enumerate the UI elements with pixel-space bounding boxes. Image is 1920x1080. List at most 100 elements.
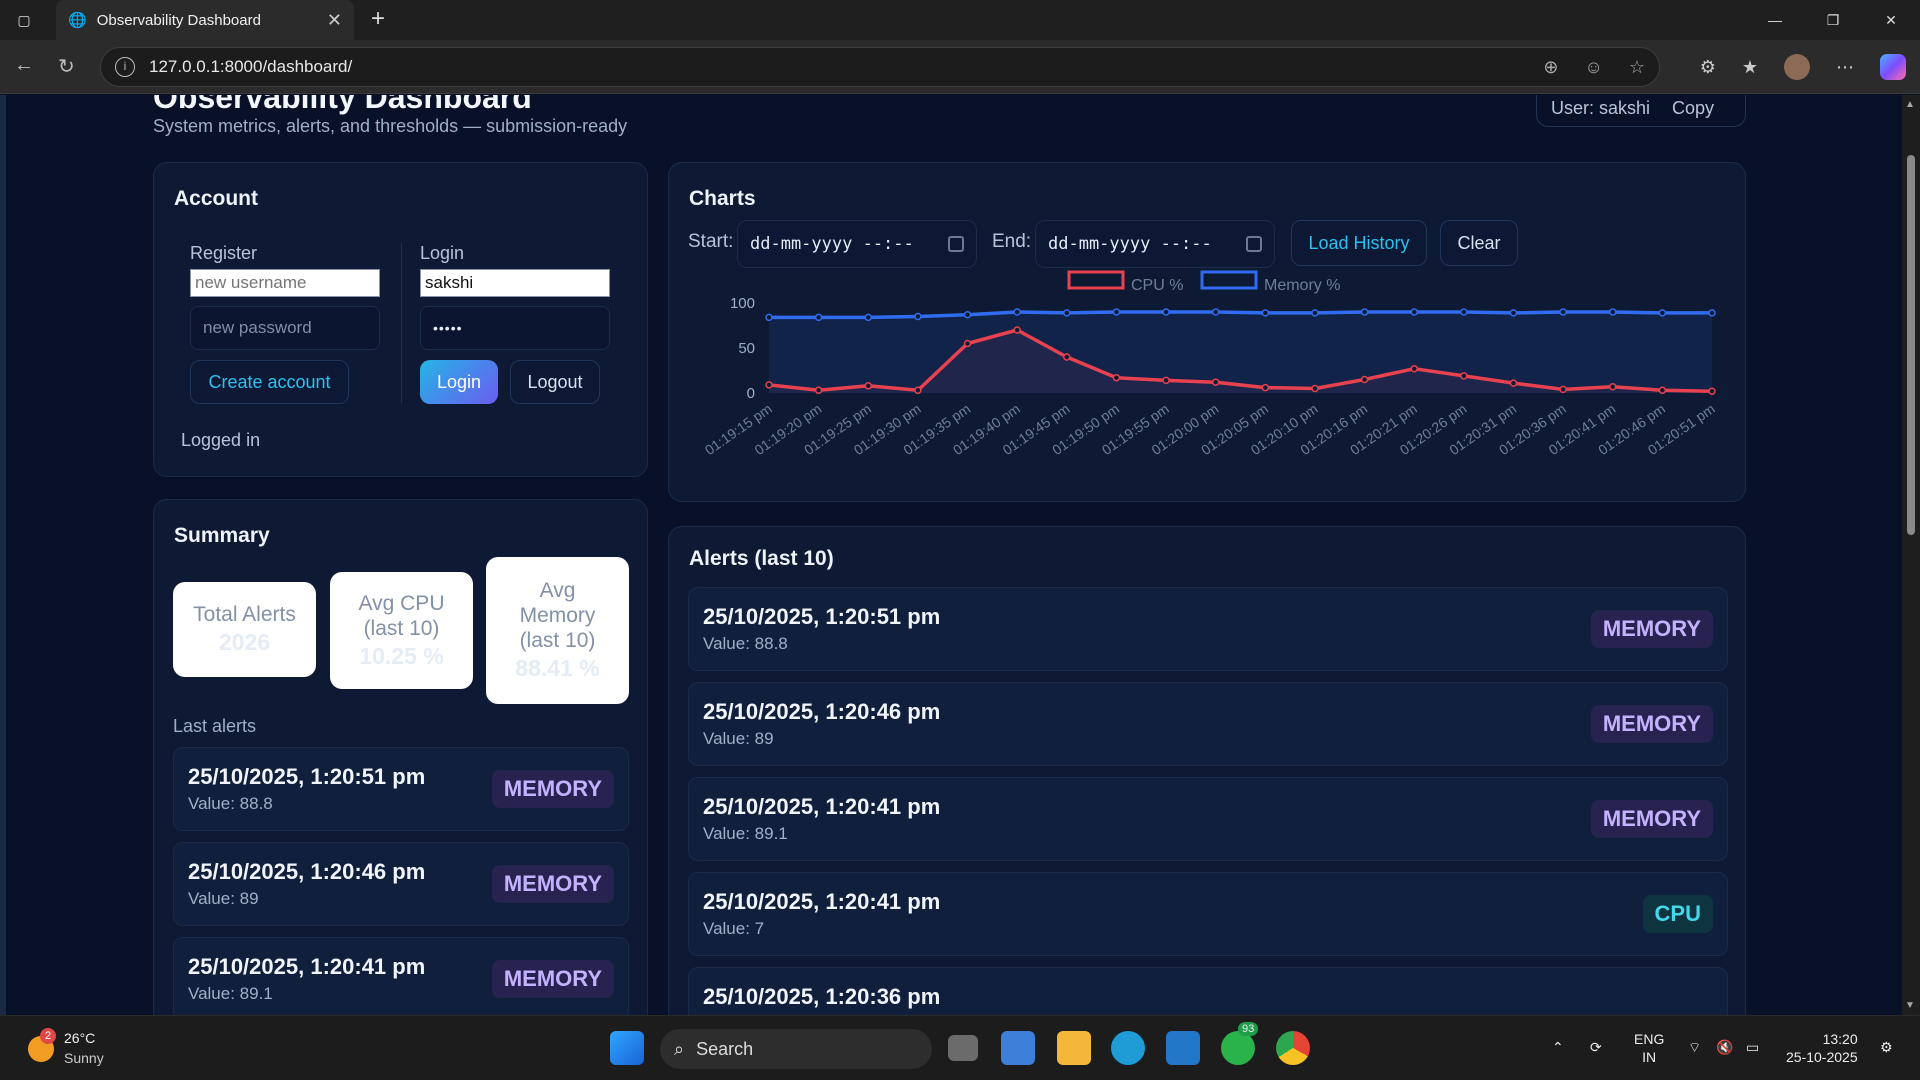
alert-time: 25/10/2025, 1:20:46 pm — [703, 699, 941, 724]
new-username-input[interactable] — [190, 269, 380, 297]
favorite-star-icon[interactable]: ☆ — [1629, 57, 1645, 78]
logout-button[interactable]: Logout — [510, 360, 600, 404]
clock-date: 25-10-2025 — [1786, 1049, 1858, 1065]
edge-browser-icon[interactable] — [1111, 1031, 1145, 1065]
close-window-button[interactable]: ✕ — [1862, 0, 1920, 40]
alert-time: 25/10/2025, 1:20:51 pm — [703, 604, 941, 629]
alerts-card: Alerts (last 10) 25/10/2025, 1:20:51 pm … — [668, 526, 1746, 1015]
scroll-down-arrow-icon[interactable]: ▼ — [1905, 1000, 1915, 1011]
alert-type-badge: MEMORY — [491, 960, 614, 998]
scrollbar-thumb[interactable] — [1907, 155, 1915, 535]
alert-time: 25/10/2025, 1:20:51 pm — [188, 764, 426, 789]
account-card: Account Register new password Create acc… — [153, 162, 648, 477]
new-tab-button[interactable]: + — [364, 6, 392, 34]
task-view-icon[interactable] — [948, 1035, 978, 1061]
minimize-button[interactable]: — — [1746, 0, 1804, 40]
zoom-icon[interactable]: ⊕ — [1543, 57, 1558, 78]
site-info-icon[interactable]: i — [115, 57, 135, 77]
data-point — [1013, 308, 1021, 316]
store-icon[interactable] — [1001, 1031, 1035, 1065]
clock[interactable]: 13:20 25-10-2025 — [1786, 1030, 1858, 1066]
sync-icon[interactable]: ⟳ — [1590, 1038, 1602, 1056]
restore-button[interactable]: ❐ — [1804, 0, 1862, 40]
total-alerts-value: 2026 — [218, 629, 271, 656]
weather-temp[interactable]: 26°C — [64, 1030, 95, 1046]
browser-tab[interactable]: 🌐 Observability Dashboard ✕ — [56, 0, 354, 40]
reader-icon[interactable]: ☺ — [1584, 57, 1602, 78]
address-bar[interactable]: i 127.0.0.1:8000/dashboard/ ⊕ ☺ ☆ — [100, 47, 1660, 87]
login-button[interactable]: Login — [420, 360, 498, 404]
data-point — [1112, 308, 1121, 316]
data-point — [1559, 385, 1567, 394]
more-menu-icon[interactable]: ⋯ — [1836, 57, 1854, 78]
reload-icon[interactable]: ↻ — [58, 54, 75, 79]
windows-start-icon[interactable] — [610, 1031, 644, 1065]
profile-avatar[interactable] — [1784, 54, 1810, 80]
data-point — [1708, 387, 1716, 395]
alert-row: 25/10/2025, 1:20:41 pm Value: 7 CPU — [688, 872, 1728, 956]
alert-value: Value: 89 — [188, 889, 259, 908]
battery-icon[interactable]: ▭ — [1746, 1038, 1759, 1056]
alert-time: 25/10/2025, 1:20:41 pm — [188, 954, 426, 979]
data-point — [963, 310, 972, 319]
data-point — [765, 313, 773, 322]
weather-desc[interactable]: Sunny — [64, 1050, 104, 1066]
data-point — [1608, 382, 1617, 391]
metrics-line-chart: 05010001:19:15 pm01:19:20 pm01:19:25 pm0… — [702, 270, 1718, 458]
series-area-memory — [769, 312, 1712, 393]
back-arrow-icon[interactable]: ← — [14, 54, 34, 77]
account-title: Account — [174, 187, 258, 210]
data-point — [1559, 308, 1567, 316]
file-explorer-icon[interactable] — [1057, 1031, 1091, 1065]
alert-row: 25/10/2025, 1:20:51 pm Value: 88.8 MEMOR… — [688, 587, 1728, 671]
username-input[interactable] — [420, 269, 610, 297]
data-point — [814, 313, 823, 322]
data-point — [1261, 383, 1270, 392]
favorites-icon[interactable]: ★ — [1742, 57, 1758, 78]
lang-bottom: IN — [1642, 1049, 1657, 1065]
alerts-title: Alerts (last 10) — [689, 547, 834, 570]
legend-swatch — [1200, 270, 1258, 290]
login-status: Logged in — [181, 430, 261, 450]
avg-cpu-value: 10.25 % — [359, 642, 444, 669]
tray-chevron-icon[interactable]: ⌃ — [1552, 1038, 1564, 1056]
avg-memory-stat: Avg Memory (last 10) 88.41 % — [486, 557, 629, 704]
page-left-edge — [0, 95, 6, 1015]
data-point — [1658, 309, 1667, 317]
language-indicator[interactable]: ENG IN — [1634, 1030, 1664, 1066]
last-alerts-label: Last alerts — [173, 716, 257, 736]
browser-toolbar: ← ↻ i 127.0.0.1:8000/dashboard/ ⊕ ☺ ☆ — [0, 40, 1920, 94]
notifications-icon[interactable]: ⚙ — [1880, 1038, 1893, 1056]
vscode-icon[interactable] — [1166, 1031, 1200, 1065]
volume-muted-icon[interactable]: 🔇 — [1716, 1038, 1733, 1056]
page-scrollbar[interactable]: ▲ ▼ — [1902, 95, 1920, 1015]
chrome-icon[interactable] — [1276, 1031, 1310, 1065]
avg-cpu-label: Avg CPU (last 10) — [358, 591, 445, 640]
scroll-up-arrow-icon[interactable]: ▲ — [1905, 99, 1915, 110]
clock-time: 13:20 — [1822, 1031, 1858, 1047]
alert-type-badge: MEMORY — [1590, 705, 1713, 743]
extensions-icon[interactable]: ⚙ — [1700, 57, 1716, 78]
alert-type-badge: MEMORY — [1590, 610, 1713, 648]
sidebar-toggle-icon[interactable]: ▢ — [0, 0, 48, 40]
data-point — [1211, 308, 1220, 316]
create-account-button[interactable]: Create account — [190, 360, 349, 404]
taskbar-search[interactable]: ⌕ Search — [660, 1029, 932, 1069]
copy-button[interactable]: Copy — [1672, 98, 1714, 119]
new-password-input[interactable]: new password — [190, 306, 380, 350]
y-tick-label: 0 — [747, 385, 755, 402]
tab-close-icon[interactable]: ✕ — [327, 10, 342, 31]
whatsapp-icon[interactable] — [1221, 1031, 1255, 1065]
data-point — [1658, 386, 1667, 395]
data-point — [1509, 379, 1518, 387]
url-text[interactable]: 127.0.0.1:8000/dashboard/ — [149, 57, 352, 77]
copilot-icon[interactable] — [1880, 54, 1906, 80]
password-input[interactable]: ••••• — [420, 306, 610, 350]
data-point — [1211, 378, 1220, 386]
alert-time: 25/10/2025, 1:20:36 pm — [703, 984, 941, 1009]
alert-time: 25/10/2025, 1:20:41 pm — [703, 889, 941, 914]
data-point — [1162, 376, 1170, 385]
alert-row: 25/10/2025, 1:20:36 pm MEMORY — [688, 967, 1728, 1015]
window-controls: — ❐ ✕ — [1746, 0, 1920, 40]
wifi-icon[interactable]: ⌔ — [1688, 1038, 1701, 1056]
